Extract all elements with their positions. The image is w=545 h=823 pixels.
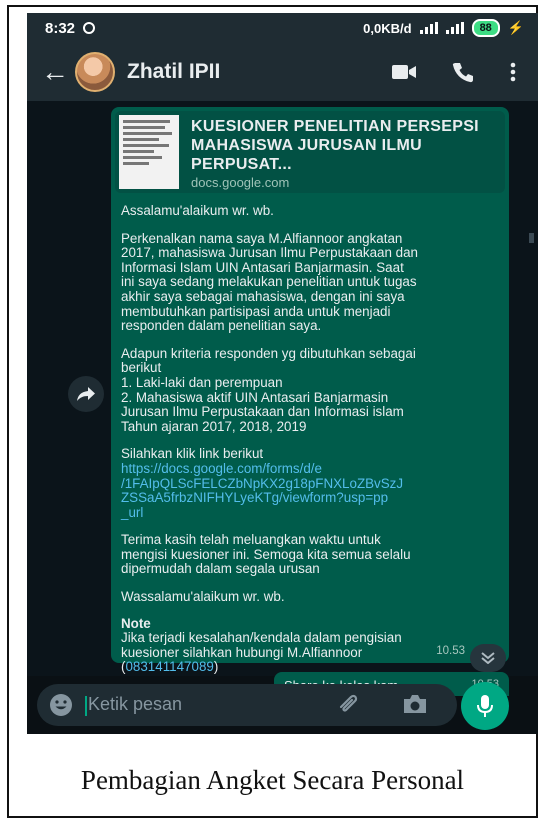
- chat-area[interactable]: KUESIONER PENELITIAN PERSEPSI MAHASISWA …: [27, 101, 538, 676]
- signal-2-icon: [445, 22, 464, 34]
- note-label: Note: [121, 615, 151, 631]
- message-text: Assalamu'alaikum wr. wb. Perkenalkan nam…: [115, 203, 505, 675]
- link-preview[interactable]: KUESIONER PENELITIAN PERSEPSI MAHASISWA …: [115, 111, 505, 193]
- link-intro-text: Silahkan klik link berikut: [121, 446, 264, 462]
- input-bar: Ketik pesan: [27, 679, 538, 734]
- header-actions: [392, 61, 516, 83]
- preview-thumbnail: [119, 115, 180, 189]
- avatar[interactable]: [75, 52, 115, 92]
- status-bar: 8:32 0,0KB/d 88 ⚡: [27, 13, 538, 43]
- attach-icon[interactable]: [337, 693, 363, 717]
- back-arrow-icon[interactable]: ←: [41, 56, 69, 88]
- message-time: 10.53: [436, 645, 465, 657]
- intro-text: Perkenalkan nama saya M.Alfiannoor angka…: [121, 230, 419, 334]
- phone-call-icon[interactable]: [452, 61, 474, 83]
- input-placeholder: Ketik pesan: [88, 694, 183, 715]
- charging-icon: ⚡: [507, 20, 524, 35]
- preview-domain: docs.google.com: [191, 175, 290, 190]
- message-input[interactable]: Ketik pesan: [85, 694, 183, 716]
- status-time: 8:32: [45, 19, 76, 37]
- note-phone-link[interactable]: 083141147089: [125, 659, 213, 675]
- signal-icon: [419, 22, 438, 34]
- form-link[interactable]: https://docs.google.com/forms/d/e /1FAIp…: [121, 461, 499, 520]
- chat-header: ← Zhatil IPII: [27, 43, 538, 101]
- mic-icon: [477, 695, 493, 717]
- mic-button[interactable]: [461, 682, 509, 730]
- forward-icon: [77, 387, 95, 401]
- scrollbar[interactable]: [529, 233, 534, 243]
- scroll-down-icon: [481, 652, 495, 664]
- phone-screen: 8:32 0,0KB/d 88 ⚡ ← Zhatil IPII KUESIONE…: [27, 13, 538, 734]
- preview-text: KUESIONER PENELITIAN PERSEPSI MAHASISWA …: [183, 111, 505, 193]
- camera-icon[interactable]: [402, 693, 428, 715]
- note-end: ): [213, 659, 219, 675]
- video-call-icon[interactable]: [392, 64, 416, 80]
- greeting-text: Assalamu'alaikum wr. wb.: [121, 203, 274, 218]
- forward-button[interactable]: [68, 376, 104, 412]
- text-caret: [85, 695, 87, 716]
- battery-badge: 88: [471, 19, 500, 37]
- emoji-icon[interactable]: [49, 693, 73, 717]
- contact-name[interactable]: Zhatil IPII: [127, 60, 220, 84]
- figure-caption: Pembagian Angket Secara Personal: [80, 765, 465, 795]
- status-right: 0,0KB/d 88 ⚡: [363, 19, 524, 37]
- more-vert-icon[interactable]: [510, 62, 516, 82]
- net-speed: 0,0KB/d: [363, 20, 412, 36]
- preview-title: KUESIONER PENELITIAN PERSEPSI MAHASISWA …: [191, 118, 479, 173]
- criteria-text: Adapun kriteria responden yg dibutuhkan …: [121, 345, 416, 434]
- closing-text: Wassalamu'alaikum wr. wb.: [121, 589, 285, 605]
- notification-icon: [83, 22, 96, 34]
- thanks-text: Terima kasih telah meluangkan waktu untu…: [121, 532, 411, 577]
- message-bubble[interactable]: KUESIONER PENELITIAN PERSEPSI MAHASISWA …: [111, 107, 509, 674]
- scroll-down-button[interactable]: [470, 644, 506, 672]
- message-input-pill[interactable]: Ketik pesan: [37, 684, 457, 726]
